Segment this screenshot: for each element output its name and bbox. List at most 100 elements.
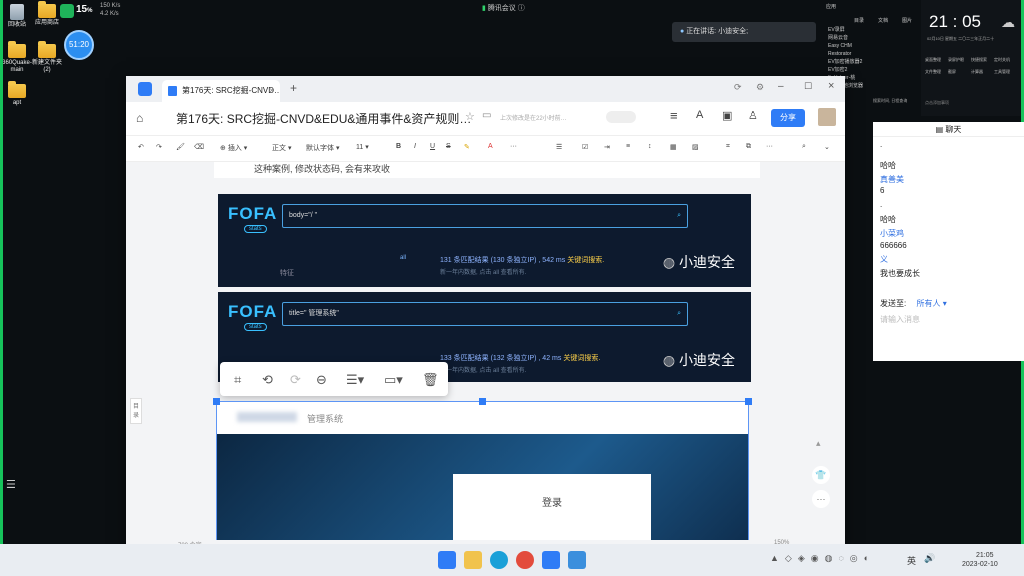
home-icon[interactable]: ⌂ xyxy=(136,111,143,125)
new-tab-button[interactable]: + xyxy=(290,81,297,95)
image-frame-icon[interactable]: ▭▾ xyxy=(384,372,403,388)
volume-icon[interactable]: 🔊 xyxy=(924,553,935,564)
rotate-left-icon[interactable]: ⟲ xyxy=(262,372,273,388)
present-icon[interactable]: ▣ xyxy=(722,109,732,122)
underline-icon[interactable]: U xyxy=(430,143,435,150)
font-style-icon[interactable]: A xyxy=(696,109,703,121)
user-avatar[interactable] xyxy=(818,108,836,126)
redo-icon[interactable]: ↷ xyxy=(156,143,162,151)
search-icon[interactable]: ⌕ xyxy=(802,143,806,151)
collaborator-avatars[interactable] xyxy=(606,111,636,123)
send-to-select[interactable]: 所有人 xyxy=(916,299,940,308)
desktop-icon-new-folder[interactable]: 新建文件夹 (2) xyxy=(30,41,64,74)
bullet-list-icon[interactable]: ☰ xyxy=(556,143,562,151)
widget-tab-apps[interactable]: 应用 xyxy=(826,3,836,10)
chat-input[interactable]: 请输入消息 xyxy=(880,314,1016,325)
refresh-icon[interactable]: ⟳ xyxy=(734,82,742,93)
checklist-icon[interactable]: ☑ xyxy=(582,143,588,151)
strikethrough-icon[interactable]: S xyxy=(446,143,451,150)
meeting-app-icon[interactable] xyxy=(568,551,586,569)
document-title[interactable]: 第176天: SRC挖掘-CNVD&EDU&通用事件&资产规则… xyxy=(176,110,471,127)
file-explorer-icon[interactable] xyxy=(464,551,482,569)
settings-icon[interactable]: ⚙ xyxy=(756,82,764,93)
outline-toggle[interactable]: 目录 xyxy=(130,398,142,424)
shirt-icon[interactable]: 👕 xyxy=(812,466,830,484)
taskbar-date[interactable]: 2023-02-10 xyxy=(962,561,998,568)
widget-tool[interactable]: 快捷搜索 xyxy=(971,54,994,66)
widget-tool[interactable]: 桌面整理 xyxy=(925,54,948,66)
widget-tab-dir[interactable]: 目录 xyxy=(854,17,864,24)
resize-handle-tc[interactable] xyxy=(479,398,486,405)
login-button[interactable]: 登录 xyxy=(453,494,651,509)
maximize-icon[interactable]: ☐ xyxy=(804,81,812,92)
font-color-icon[interactable]: A xyxy=(488,143,493,150)
widget-search-hint[interactable]: 搜索时间, 日程查询 xyxy=(873,98,921,108)
widget-app-item[interactable]: EV加密播放器2 xyxy=(828,58,863,66)
login-screenshot[interactable]: 管理系统 登录 xyxy=(216,401,749,550)
image-icon[interactable]: ▨ xyxy=(692,143,699,151)
ime-indicator[interactable]: 英 xyxy=(907,554,916,567)
delete-icon[interactable]: 🗑 xyxy=(422,372,439,388)
copy-icon[interactable]: ⧉ xyxy=(746,143,751,151)
strikethrough-image-icon[interactable]: ⊖ xyxy=(316,372,327,388)
align-icon[interactable]: ≡ xyxy=(626,143,630,150)
more-icon[interactable]: ··· xyxy=(812,490,830,508)
bold-icon[interactable]: B xyxy=(396,143,401,150)
widget-tool[interactable]: 计算器 xyxy=(971,66,994,78)
widget-tool[interactable]: 截屏 xyxy=(948,66,971,78)
security-shield-icon[interactable] xyxy=(60,4,74,18)
table-icon[interactable]: ▦ xyxy=(670,143,677,151)
chevron-down-icon[interactable]: ⌄ xyxy=(824,143,830,151)
widget-tool[interactable]: 定时关机 xyxy=(994,54,1017,66)
widget-app-item[interactable]: Restorator xyxy=(828,50,863,58)
desktop-icon-360quake[interactable]: 360Quake-main xyxy=(0,41,34,74)
highlight-icon[interactable]: ✎ xyxy=(464,143,470,151)
font-select[interactable]: 默认字体 ▾ xyxy=(306,143,339,153)
star-icon[interactable]: ☆ xyxy=(465,110,475,123)
fofa-screenshot-1[interactable]: FOFA stats body="/ " ⌕ all 131 条匹配结果 (13… xyxy=(218,194,751,287)
size-select[interactable]: 11 ▾ xyxy=(356,143,369,151)
widget-tab-images[interactable]: 图片 xyxy=(902,17,912,24)
list-menu-icon[interactable]: ☰ xyxy=(6,478,16,491)
desktop-icon-recycle-bin[interactable]: 回收站 xyxy=(0,4,34,29)
meeting-indicator[interactable]: ▮ 腾讯会议 ⓘ xyxy=(482,3,525,13)
line-spacing-icon[interactable]: ↕ xyxy=(648,143,652,150)
widget-app-item[interactable]: 网易云音 xyxy=(828,34,863,42)
crop-icon[interactable]: ⌗ xyxy=(234,372,241,388)
format-painter-icon[interactable]: 🖌 xyxy=(176,143,185,151)
docs-app-icon[interactable] xyxy=(542,551,560,569)
chrome-browser-icon[interactable] xyxy=(516,551,534,569)
close-icon[interactable]: × xyxy=(828,80,834,92)
taskbar-time[interactable]: 21:05 xyxy=(976,552,994,559)
widget-tool[interactable]: 文件整理 xyxy=(925,66,948,78)
resize-handle-tr[interactable] xyxy=(745,398,752,405)
scroll-top-icon[interactable]: ▴ xyxy=(816,438,821,449)
tray-icons[interactable]: ▲◇◈◉◍◌◎◐ xyxy=(770,553,875,564)
more-icon[interactable]: ··· xyxy=(510,143,517,150)
indent-icon[interactable]: ⇥ xyxy=(604,143,610,151)
wrap-text-icon[interactable]: ☰▾ xyxy=(346,372,364,388)
undo-icon[interactable]: ↶ xyxy=(138,143,144,151)
start-icon[interactable] xyxy=(438,551,456,569)
widget-tool[interactable]: 工具管理 xyxy=(994,66,1017,78)
insert-button[interactable]: ⊕ 插入 ▾ xyxy=(220,143,247,153)
app-logo-icon[interactable] xyxy=(138,82,152,96)
desktop-icon-apt[interactable]: apt xyxy=(0,81,34,107)
style-select[interactable]: 正文 ▾ xyxy=(272,143,291,153)
clear-format-icon[interactable]: ⌫ xyxy=(194,143,204,151)
tab-close-icon[interactable]: × xyxy=(269,80,274,102)
menu-icon[interactable]: ≡ xyxy=(670,108,678,123)
widget-app-item[interactable]: EV加密2 xyxy=(828,66,863,74)
italic-icon[interactable]: I xyxy=(414,143,416,150)
folder-move-icon[interactable]: ▭ xyxy=(482,110,491,121)
desktop-icon-app-store[interactable]: 应用商店 xyxy=(30,1,64,27)
edge-browser-icon[interactable] xyxy=(490,551,508,569)
rotate-right-icon[interactable]: ⟳ xyxy=(290,372,301,388)
share-button[interactable]: 分享 xyxy=(771,109,805,127)
minimize-icon[interactable]: – xyxy=(778,81,784,92)
timer-badge[interactable]: 51:20 xyxy=(64,30,94,60)
add-user-icon[interactable]: ♙ xyxy=(748,109,758,122)
widget-tool[interactable]: 录屏护眼 xyxy=(948,54,971,66)
more-icon[interactable]: ··· xyxy=(766,143,773,150)
widget-tab-docs[interactable]: 文档 xyxy=(878,17,888,24)
